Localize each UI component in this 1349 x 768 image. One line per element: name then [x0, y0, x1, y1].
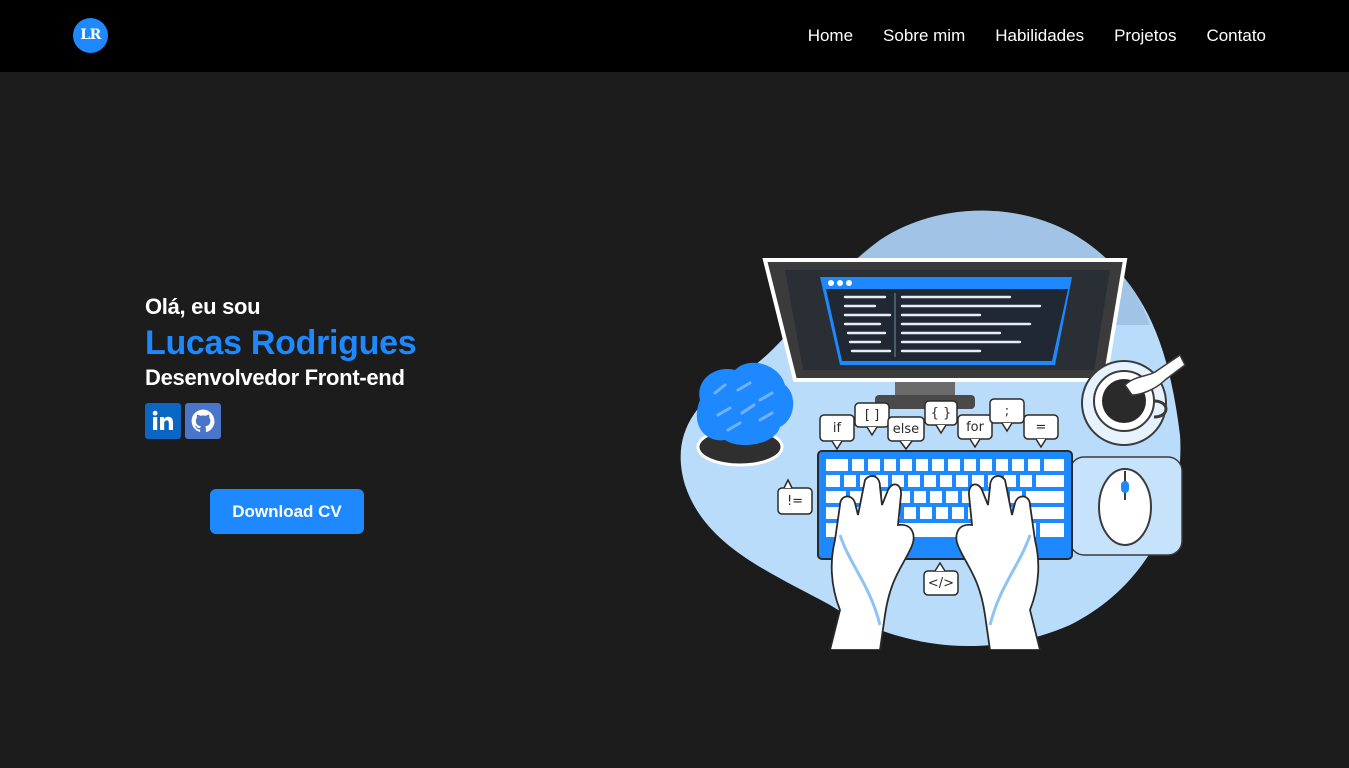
- nav-contato[interactable]: Contato: [1206, 24, 1266, 48]
- download-cv-button[interactable]: Download CV: [210, 489, 364, 534]
- mouse-illustration: [1069, 456, 1183, 556]
- svg-text:for: for: [966, 420, 985, 435]
- svg-text:!=: !=: [787, 494, 803, 509]
- svg-text:[ ]: [ ]: [865, 408, 879, 423]
- svg-text:if: if: [833, 421, 842, 436]
- github-icon: [191, 409, 215, 433]
- greeting: Olá, eu sou: [145, 294, 261, 319]
- hero-text: Olá, eu sou Lucas Rodrigues Desenvolvedo…: [145, 293, 417, 439]
- logo[interactable]: LR: [73, 18, 108, 53]
- svg-text:</>: </>: [928, 576, 954, 591]
- github-link[interactable]: [185, 403, 221, 439]
- linkedin-link[interactable]: [145, 403, 181, 439]
- nav-projetos[interactable]: Projetos: [1114, 24, 1176, 48]
- plant-illustration: [696, 362, 794, 467]
- nav-habilidades[interactable]: Habilidades: [995, 24, 1084, 48]
- social-links: [145, 403, 416, 439]
- developer-illustration: if [ ] else { } for ; = != </>: [680, 210, 1186, 650]
- nav-sobre-mim[interactable]: Sobre mim: [883, 24, 965, 48]
- hero-role: Desenvolvedor Front-end: [145, 365, 405, 390]
- svg-text:{ }: { }: [931, 406, 952, 421]
- svg-text:else: else: [893, 422, 919, 437]
- nav-links: Home Sobre mim Habilidades Projetos Cont…: [808, 24, 1266, 48]
- svg-text:;: ;: [1005, 404, 1009, 419]
- navbar: LR Home Sobre mim Habilidades Projetos C…: [0, 0, 1349, 72]
- svg-text:=: =: [1036, 420, 1047, 435]
- nav-home[interactable]: Home: [808, 24, 853, 48]
- linkedin-icon: [152, 410, 173, 430]
- hero-name: Lucas Rodrigues: [145, 324, 417, 362]
